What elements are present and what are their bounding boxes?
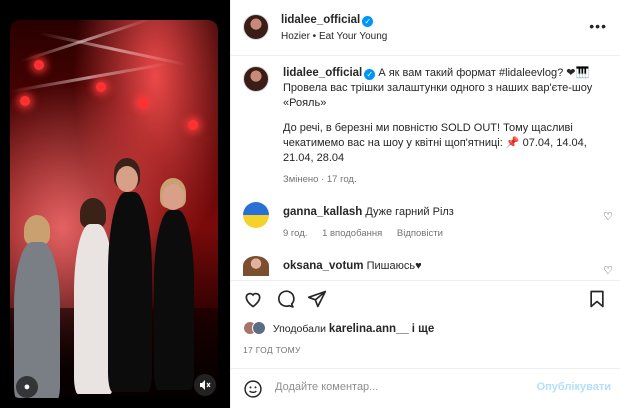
caption-username[interactable]: lidalee_official (283, 67, 362, 79)
comment-body: oksana_votum Пишаюсь♥ (283, 260, 583, 272)
commenter-username[interactable]: oksana_votum (283, 260, 364, 272)
emoji-smiley-icon[interactable] (243, 379, 265, 401)
stage-light (96, 82, 106, 92)
caption-line: 21.04, 28.04 (283, 152, 345, 164)
dancer-face (116, 166, 138, 192)
comment-bubble-icon[interactable] (275, 289, 297, 311)
stage-light (138, 98, 148, 108)
user-tag-icon[interactable]: ● (16, 376, 38, 398)
commenter-avatar[interactable] (243, 202, 269, 228)
commenter-username[interactable]: ganna_kallash (283, 206, 362, 218)
dancer (154, 210, 194, 390)
post-details-panel: lidalee_official ✓ Hozier • Eat Your Youn… (230, 0, 620, 408)
post-header: lidalee_official ✓ Hozier • Eat Your Youn… (231, 0, 620, 56)
instagram-post-view: ● lidalee_official ✓ Hozier • Eat Your Yo… (0, 0, 620, 408)
post-comment-button[interactable]: Опублікувати (537, 381, 611, 393)
post-timestamp[interactable]: 17 ГОД ТОМУ (243, 345, 301, 355)
caption-text: lidalee_official ✓ А як вам такий формат … (283, 66, 613, 187)
post-actions: Уподобали karelina.ann__ і ще 17 ГОД ТОМ… (231, 280, 620, 360)
comment-body: ganna_kallash Дуже гарний Рілз 9 год. 1 … (283, 206, 583, 239)
stage-light (34, 60, 44, 70)
reel-video[interactable]: ● (10, 20, 218, 398)
dancer-hair (24, 215, 50, 245)
share-send-icon[interactable] (307, 289, 329, 311)
dancer (14, 242, 60, 398)
comment-likes[interactable]: 1 вподобання (322, 228, 382, 239)
comment-like-icon[interactable]: ♡ (603, 210, 613, 223)
mute-icon[interactable] (194, 374, 216, 396)
comment-text: Дуже гарний Рілз (365, 206, 454, 218)
author-username[interactable]: lidalee_official (281, 14, 360, 26)
comment-composer: Додайте коментар... Опублікувати (231, 368, 620, 408)
dancer-face (162, 184, 184, 210)
audio-track[interactable]: Hozier • Eat Your Young (281, 31, 387, 42)
stage-light (188, 120, 198, 130)
comment-meta: 9 год. 1 вподобання Відповісти (283, 228, 583, 239)
comment-input[interactable]: Додайте коментар... (275, 381, 378, 393)
comment-item: ganna_kallash Дуже гарний Рілз 9 год. 1 … (243, 202, 613, 246)
comment-time: 9 год. (283, 228, 308, 239)
likes-summary: Уподобали karelina.ann__ і ще (243, 321, 434, 335)
comment-text: Пишаюсь♥ (366, 260, 422, 272)
comment-item: oksana_votum Пишаюсь♥ ♡ (243, 256, 613, 278)
likes-prefix: Уподобали (272, 323, 326, 335)
liker-avatar (252, 321, 266, 335)
caption-line: А як вам такий формат #lidaleevlog? ❤🎹 (378, 67, 590, 79)
reply-button[interactable]: Відповісти (397, 228, 443, 239)
like-heart-icon[interactable] (243, 289, 265, 311)
caption-author-avatar[interactable] (243, 66, 269, 92)
author-avatar[interactable] (243, 14, 269, 40)
stage-light (20, 96, 30, 106)
caption-line: чекатимемо вас на шоу у квітні щоп'ятниц… (283, 137, 587, 149)
caption-line: До речі, в березні ми повністю SOLD OUT!… (283, 122, 573, 134)
likes-others-link[interactable]: і ще (412, 323, 435, 335)
more-options-icon[interactable]: ••• (589, 18, 607, 34)
media-panel: ● (0, 0, 230, 408)
dancer (108, 192, 152, 392)
verified-badge-icon: ✓ (362, 16, 374, 27)
caption-line: «Рояль» (283, 97, 327, 109)
liker-username[interactable]: karelina.ann__ (329, 323, 409, 335)
verified-badge-icon: ✓ (364, 69, 376, 80)
save-bookmark-icon[interactable] (587, 289, 609, 311)
caption-line: Провела вас трішки залаштунки одного з н… (283, 82, 593, 94)
caption-meta: Змінено · 17 год. (283, 174, 357, 185)
comment-like-icon[interactable]: ♡ (603, 264, 613, 277)
commenter-avatar[interactable] (243, 256, 269, 276)
